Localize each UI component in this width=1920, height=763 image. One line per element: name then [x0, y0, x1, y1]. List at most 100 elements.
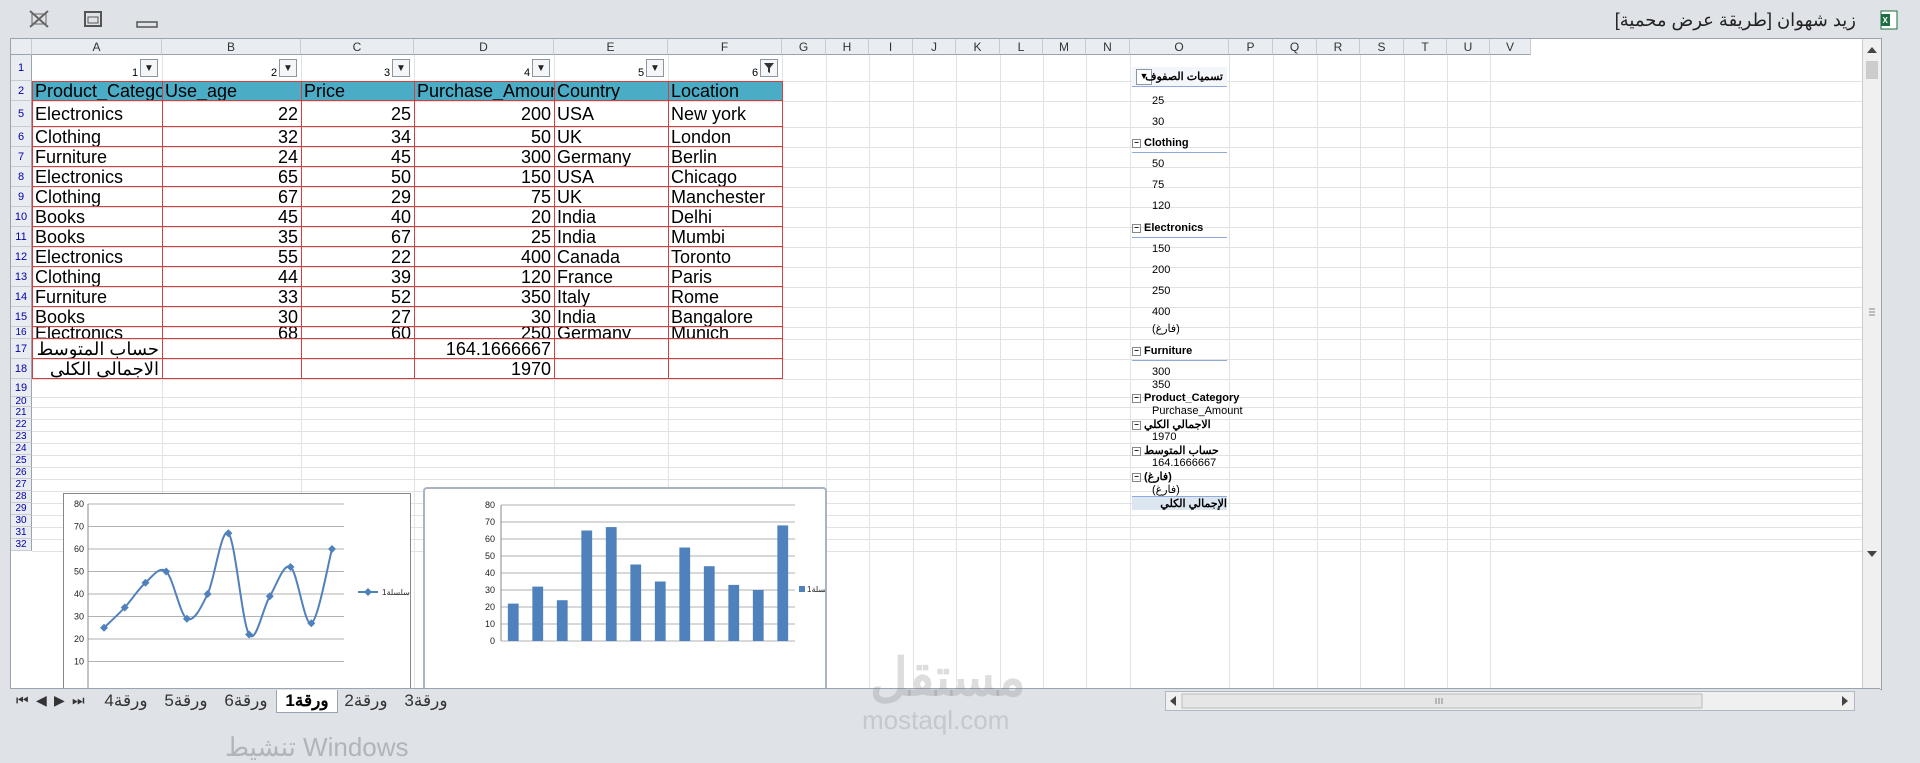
- table-cell[interactable]: Furniture: [32, 147, 162, 167]
- table-cell[interactable]: 120: [414, 267, 554, 287]
- table-cell[interactable]: 29: [301, 187, 414, 207]
- column-header-M[interactable]: M: [1043, 39, 1086, 55]
- pivot-group-row[interactable]: − (فارغ): [1132, 470, 1172, 483]
- close-window-icon[interactable]: [26, 8, 56, 32]
- table-cell[interactable]: 350: [414, 287, 554, 307]
- table-cell[interactable]: 24: [162, 147, 301, 167]
- row-header-24[interactable]: 24: [11, 443, 32, 455]
- table-cell[interactable]: Rome: [668, 287, 782, 307]
- row-header-15[interactable]: 15: [11, 307, 32, 327]
- table-header-location[interactable]: Location: [668, 81, 782, 101]
- table-cell[interactable]: Manchester: [668, 187, 782, 207]
- row-header-1[interactable]: 1: [11, 55, 32, 81]
- total-label[interactable]: الاجمالي الكلي: [32, 359, 162, 379]
- row-header-9[interactable]: 9: [11, 187, 32, 207]
- table-header-use_age[interactable]: Use_age: [162, 81, 301, 101]
- row-header-18[interactable]: 18: [11, 359, 32, 379]
- collapse-icon[interactable]: −: [1132, 393, 1141, 403]
- collapse-icon[interactable]: −: [1132, 138, 1141, 148]
- row-header-22[interactable]: 22: [11, 419, 32, 431]
- table-cell[interactable]: USA: [554, 101, 668, 127]
- table-cell[interactable]: 45: [301, 147, 414, 167]
- row-header-17[interactable]: 17: [11, 339, 32, 359]
- average-value[interactable]: 164.1666667: [414, 339, 554, 359]
- table-cell[interactable]: 200: [414, 101, 554, 127]
- table-cell[interactable]: 44: [162, 267, 301, 287]
- pivot-value-row[interactable]: 150: [1152, 243, 1170, 255]
- row-header-16[interactable]: 16: [11, 327, 32, 339]
- filter-active-icon[interactable]: [760, 59, 778, 77]
- column-header-J[interactable]: J: [913, 39, 956, 55]
- table-cell[interactable]: Electronics: [32, 247, 162, 267]
- table-cell[interactable]: UK: [554, 127, 668, 147]
- collapse-icon[interactable]: −: [1132, 446, 1141, 456]
- pivot-value-row[interactable]: 25: [1152, 95, 1164, 107]
- pivot-value-row[interactable]: 1970: [1152, 431, 1176, 443]
- sheet-tab[interactable]: ورقة6: [216, 690, 276, 712]
- column-header-B[interactable]: B: [162, 39, 301, 55]
- table-cell[interactable]: Delhi: [668, 207, 782, 227]
- table-cell[interactable]: 300: [414, 147, 554, 167]
- table-cell[interactable]: 65: [162, 167, 301, 187]
- collapse-icon[interactable]: −: [1132, 223, 1141, 233]
- table-header-product_category[interactable]: Product_Category: [32, 81, 162, 101]
- table-cell[interactable]: 22: [162, 101, 301, 127]
- pivot-value-row[interactable]: 50: [1152, 158, 1164, 170]
- collapse-icon[interactable]: −: [1132, 346, 1141, 356]
- table-cell[interactable]: 39: [301, 267, 414, 287]
- table-cell[interactable]: Clothing: [32, 267, 162, 287]
- row-header-10[interactable]: 10: [11, 207, 32, 227]
- row-header-30[interactable]: 30: [11, 515, 32, 527]
- table-cell[interactable]: Electronics: [32, 167, 162, 187]
- row-header-25[interactable]: 25: [11, 455, 32, 467]
- bar-chart[interactable]: 0 10 20 30 40 50 60 70 80 سلسلة1: [423, 487, 835, 689]
- table-cell[interactable]: Furniture: [32, 287, 162, 307]
- table-cell[interactable]: 30: [162, 307, 301, 327]
- restore-window-icon[interactable]: [80, 8, 110, 32]
- pivot-value-row[interactable]: 120: [1152, 200, 1170, 212]
- table-cell[interactable]: Italy: [554, 287, 668, 307]
- column-header-F[interactable]: F: [668, 39, 782, 55]
- table-cell[interactable]: Germany: [554, 147, 668, 167]
- table-cell[interactable]: Paris: [668, 267, 782, 287]
- table-cell[interactable]: Electronics: [32, 101, 162, 127]
- column-header-A[interactable]: A: [32, 39, 162, 55]
- row-header-29[interactable]: 29: [11, 503, 32, 515]
- filter-dropdown-icon[interactable]: ▼: [532, 59, 550, 77]
- pivot-value-row[interactable]: Purchase_Amount: [1152, 405, 1243, 417]
- row-header-20[interactable]: 20: [11, 397, 32, 407]
- table-cell[interactable]: Toronto: [668, 247, 782, 267]
- pivot-value-row[interactable]: 250: [1152, 285, 1170, 297]
- table-cell[interactable]: 34: [301, 127, 414, 147]
- column-header-I[interactable]: I: [869, 39, 913, 55]
- horizontal-scrollbar[interactable]: [1165, 691, 1855, 711]
- row-header-28[interactable]: 28: [11, 491, 32, 503]
- column-header-P[interactable]: P: [1229, 39, 1273, 55]
- filter-dropdown-icon[interactable]: ▼: [279, 59, 297, 77]
- table-cell[interactable]: Books: [32, 227, 162, 247]
- pivot-group-row[interactable]: − Furniture: [1132, 345, 1192, 357]
- pivot-group-row[interactable]: − Electronics: [1132, 222, 1203, 234]
- table-cell[interactable]: 67: [301, 227, 414, 247]
- pivot-group-row[interactable]: − Clothing: [1132, 137, 1189, 149]
- sheet-tab[interactable]: ورقة3: [396, 690, 456, 712]
- table-cell[interactable]: 30: [414, 307, 554, 327]
- pivot-value-row[interactable]: (فارغ): [1152, 483, 1180, 496]
- vertical-scrollbar[interactable]: [1862, 39, 1881, 689]
- table-cell[interactable]: 20: [414, 207, 554, 227]
- filter-dropdown-icon[interactable]: ▼: [140, 59, 158, 77]
- pivot-header[interactable]: ▼ تسميات الصفوف: [1132, 67, 1227, 87]
- table-cell[interactable]: 40: [301, 207, 414, 227]
- row-header-11[interactable]: 11: [11, 227, 32, 247]
- table-cell[interactable]: 25: [414, 227, 554, 247]
- first-sheet-icon[interactable]: ⏮: [16, 692, 29, 709]
- table-cell[interactable]: 75: [414, 187, 554, 207]
- column-header-K[interactable]: K: [956, 39, 1000, 55]
- total-value[interactable]: 1970: [414, 359, 554, 379]
- collapse-icon[interactable]: −: [1132, 420, 1141, 430]
- collapse-icon[interactable]: −: [1132, 472, 1141, 482]
- column-header-D[interactable]: D: [414, 39, 554, 55]
- row-header-5[interactable]: 5: [11, 101, 32, 127]
- pivot-value-row[interactable]: 30: [1152, 116, 1164, 128]
- last-sheet-icon[interactable]: ⏭: [72, 692, 85, 709]
